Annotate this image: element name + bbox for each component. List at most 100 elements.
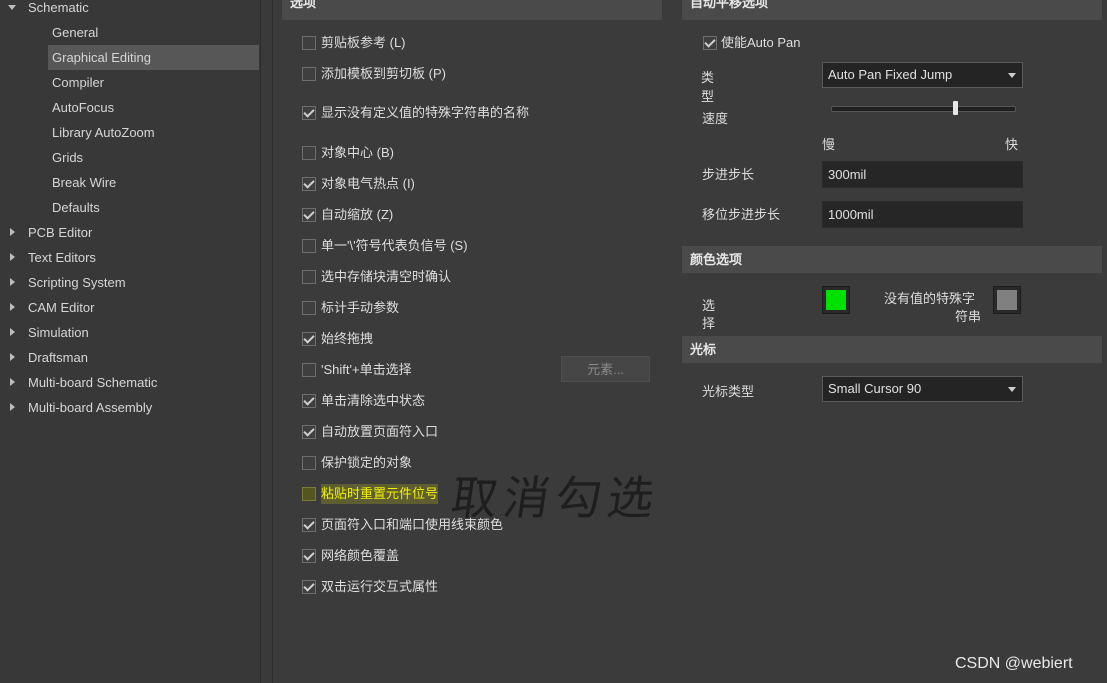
option-checkbox[interactable] bbox=[302, 394, 316, 408]
chevron-right-icon[interactable] bbox=[10, 328, 15, 336]
chevron-right-icon[interactable] bbox=[10, 303, 15, 311]
option-label: 单一'\'符号代表负信号 (S) bbox=[321, 238, 468, 253]
autopan-enable-label: 使能Auto Pan bbox=[721, 35, 801, 50]
tree-item-schematic[interactable]: Schematic bbox=[0, 0, 260, 20]
tree-item-library-autozoom[interactable]: Library AutoZoom bbox=[0, 120, 260, 145]
option-label: 自动缩放 (Z) bbox=[321, 207, 394, 222]
autopan-section-header: 自动平移选项 bbox=[682, 0, 1102, 20]
option-checkbox[interactable] bbox=[302, 106, 316, 120]
tree-item-autofocus[interactable]: AutoFocus bbox=[0, 95, 260, 120]
option-checkbox[interactable] bbox=[302, 549, 316, 563]
tree-item-grids[interactable]: Grids bbox=[0, 145, 260, 170]
tree-item-text-editors[interactable]: Text Editors bbox=[0, 245, 260, 270]
options-tree: Schematic General Graphical Editing Comp… bbox=[0, 0, 260, 683]
nostring-color-label-2: 符串 bbox=[955, 309, 982, 324]
option-label: 双击运行交互式属性 bbox=[321, 579, 439, 594]
tree-item-multi-board-assembly[interactable]: Multi-board Assembly bbox=[0, 395, 260, 420]
option-label: 选中存储块清空时确认 bbox=[321, 269, 452, 284]
option-label: 显示没有定义值的特殊字符串的名称 bbox=[321, 105, 530, 120]
option-checkbox[interactable] bbox=[302, 177, 316, 191]
autopan-type-label-2: 型 bbox=[701, 89, 715, 104]
option-checkbox[interactable] bbox=[302, 301, 316, 315]
option-label: 标计手动参数 bbox=[321, 300, 400, 315]
option-checkbox[interactable] bbox=[302, 208, 316, 222]
tree-item-label: PCB Editor bbox=[28, 225, 93, 240]
tree-item-label: Graphical Editing bbox=[48, 45, 259, 70]
tree-item-label: Compiler bbox=[52, 75, 105, 90]
autopan-type-dropdown[interactable]: Auto Pan Fixed Jump bbox=[822, 62, 1023, 88]
chevron-right-icon[interactable] bbox=[10, 278, 15, 286]
nostring-color-fill bbox=[997, 290, 1017, 310]
speed-slow-label: 慢 bbox=[822, 137, 836, 152]
option-checkbox[interactable] bbox=[302, 456, 316, 470]
option-label: 网络颜色覆盖 bbox=[321, 548, 400, 563]
chevron-right-icon[interactable] bbox=[10, 378, 15, 386]
autopan-speed-slider-thumb[interactable] bbox=[953, 101, 958, 115]
autopan-speed-slider[interactable] bbox=[831, 106, 1016, 112]
tree-item-label: Grids bbox=[52, 150, 84, 165]
cursor-type-value: Small Cursor 90 bbox=[828, 381, 922, 396]
option-label: 添加模板到剪切板 (P) bbox=[321, 66, 446, 81]
cursor-type-dropdown[interactable]: Small Cursor 90 bbox=[822, 376, 1023, 402]
option-label: 剪贴板参考 (L) bbox=[321, 35, 406, 50]
autopan-speed-label: 速度 bbox=[702, 111, 729, 126]
tree-item-general[interactable]: General bbox=[0, 20, 260, 45]
tree-item-cam-editor[interactable]: CAM Editor bbox=[0, 295, 260, 320]
color-section-header: 颜色选项 bbox=[682, 246, 1102, 273]
option-label: 保护锁定的对象 bbox=[321, 455, 413, 470]
tree-item-label: Defaults bbox=[52, 200, 100, 215]
handwritten-annotation: 取消勾选 bbox=[447, 471, 664, 525]
step-size-input[interactable]: 300mil bbox=[822, 161, 1023, 188]
tree-item-simulation[interactable]: Simulation bbox=[0, 320, 260, 345]
option-label: 'Shift'+单击选择 bbox=[321, 362, 412, 377]
tree-item-graphical-editing[interactable]: Graphical Editing bbox=[0, 45, 260, 70]
option-label: 单击清除选中状态 bbox=[321, 393, 426, 408]
tree-item-scripting-system[interactable]: Scripting System bbox=[0, 270, 260, 295]
chevron-down-icon[interactable] bbox=[8, 5, 16, 10]
option-checkbox[interactable] bbox=[302, 67, 316, 81]
option-checkbox[interactable] bbox=[302, 518, 316, 532]
shift-step-size-input[interactable]: 1000mil bbox=[822, 201, 1023, 228]
tree-item-label: Draftsman bbox=[28, 350, 88, 365]
tree-item-defaults[interactable]: Defaults bbox=[0, 195, 260, 220]
tree-scrollbar[interactable] bbox=[260, 0, 273, 683]
chevron-right-icon[interactable] bbox=[10, 228, 15, 236]
option-checkbox[interactable] bbox=[302, 146, 316, 160]
step-size-label: 步进步长 bbox=[702, 167, 755, 182]
tree-item-multi-board-schematic[interactable]: Multi-board Schematic bbox=[0, 370, 260, 395]
option-checkbox[interactable] bbox=[302, 487, 316, 501]
option-label: 自动放置页面符入口 bbox=[321, 424, 439, 439]
cursor-type-label: 光标类型 bbox=[702, 384, 755, 399]
option-label: 始终拖拽 bbox=[321, 331, 374, 346]
shift-step-size-label: 移位步进步长 bbox=[702, 207, 781, 222]
tree-item-draftsman[interactable]: Draftsman bbox=[0, 345, 260, 370]
cursor-section-header: 光标 bbox=[682, 336, 1102, 363]
tree-item-pcb-editor[interactable]: PCB Editor bbox=[0, 220, 260, 245]
option-checkbox[interactable] bbox=[302, 270, 316, 284]
tree-item-label: Scripting System bbox=[28, 275, 126, 290]
chevron-right-icon[interactable] bbox=[10, 353, 15, 361]
watermark: CSDN @webiert bbox=[955, 655, 1073, 672]
option-checkbox[interactable] bbox=[302, 425, 316, 439]
option-checkbox[interactable] bbox=[302, 363, 316, 377]
tree-item-break-wire[interactable]: Break Wire bbox=[0, 170, 260, 195]
tree-item-label: Multi-board Assembly bbox=[28, 400, 153, 415]
selection-color-swatch[interactable] bbox=[822, 286, 850, 314]
elements-button[interactable]: 元素... bbox=[561, 356, 650, 382]
nostring-color-swatch[interactable] bbox=[993, 286, 1021, 314]
option-label: 粘贴时重置元件位号 bbox=[321, 484, 439, 504]
tree-item-label: CAM Editor bbox=[28, 300, 95, 315]
selection-color-label-2: 择 bbox=[702, 316, 716, 331]
tree-item-label: Library AutoZoom bbox=[52, 125, 155, 140]
option-checkbox[interactable] bbox=[302, 239, 316, 253]
tree-item-compiler[interactable]: Compiler bbox=[0, 70, 260, 95]
autopan-type-label-1: 类 bbox=[701, 70, 715, 85]
chevron-right-icon[interactable] bbox=[10, 403, 15, 411]
option-checkbox[interactable] bbox=[302, 580, 316, 594]
option-checkbox[interactable] bbox=[302, 36, 316, 50]
options-section-header: 选项 bbox=[282, 0, 662, 20]
chevron-right-icon[interactable] bbox=[10, 253, 15, 261]
option-checkbox[interactable] bbox=[302, 332, 316, 346]
autopan-enable-checkbox[interactable] bbox=[703, 36, 717, 50]
speed-fast-label: 快 bbox=[1005, 137, 1019, 152]
